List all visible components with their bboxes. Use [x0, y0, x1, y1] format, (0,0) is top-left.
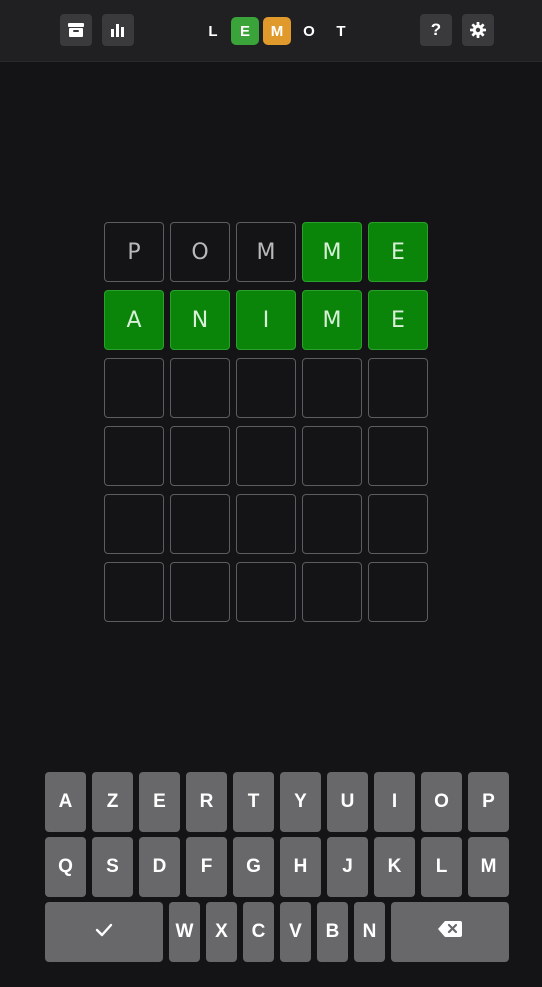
letter-tile: A: [104, 290, 164, 350]
keyboard-row-3: WXCVBN: [45, 902, 509, 962]
letter-tile: [104, 494, 164, 554]
backspace-icon: [438, 921, 462, 943]
board-row: [104, 426, 434, 486]
key[interactable]: I: [374, 772, 415, 832]
letter-tile: [170, 358, 230, 418]
logo-letter: T: [336, 22, 346, 40]
key[interactable]: G: [233, 837, 274, 897]
help-button[interactable]: ?: [420, 14, 452, 46]
check-icon: [95, 921, 113, 943]
letter-tile: M: [302, 290, 362, 350]
key[interactable]: W: [169, 902, 200, 962]
board-row: [104, 562, 434, 622]
key[interactable]: Z: [92, 772, 133, 832]
key[interactable]: Q: [45, 837, 86, 897]
letter-tile: [104, 358, 164, 418]
letter-tile: [236, 562, 296, 622]
bar-chart-icon: [111, 23, 125, 37]
letter-tile: [104, 426, 164, 486]
letter-tile: P: [104, 222, 164, 282]
key[interactable]: P: [468, 772, 509, 832]
letter-tile: [170, 426, 230, 486]
letter-tile: E: [368, 222, 428, 282]
keyboard-row-2: QSDFGHJKLM: [45, 837, 509, 897]
key[interactable]: D: [139, 837, 180, 897]
key[interactable]: U: [327, 772, 368, 832]
letter-tile: [170, 562, 230, 622]
key[interactable]: Y: [280, 772, 321, 832]
letter-tile: M: [302, 222, 362, 282]
letter-tile: [368, 494, 428, 554]
letter-tile: N: [170, 290, 230, 350]
archive-button[interactable]: [60, 14, 92, 46]
help-label: ?: [430, 20, 442, 39]
board-row: ANIME: [104, 290, 434, 350]
app-logo: LEMO T: [199, 16, 359, 46]
key[interactable]: F: [186, 837, 227, 897]
enter-key[interactable]: [45, 902, 163, 962]
settings-button[interactable]: [462, 14, 494, 46]
key[interactable]: K: [374, 837, 415, 897]
letter-tile: [236, 358, 296, 418]
letter-tile: [368, 426, 428, 486]
key[interactable]: X: [206, 902, 237, 962]
key[interactable]: B: [317, 902, 348, 962]
key[interactable]: N: [354, 902, 385, 962]
board-row: [104, 358, 434, 418]
letter-tile: E: [368, 290, 428, 350]
archive-icon: [68, 23, 84, 37]
game-board: POMMEANIME: [104, 222, 434, 630]
board-row: [104, 494, 434, 554]
letter-tile: [302, 426, 362, 486]
letter-tile: O: [170, 222, 230, 282]
key[interactable]: M: [468, 837, 509, 897]
top-bar: LEMO T ?: [0, 0, 542, 62]
letter-tile: [104, 562, 164, 622]
letter-tile: [302, 358, 362, 418]
board-row: POMME: [104, 222, 434, 282]
logo-letter: L: [208, 22, 218, 40]
letter-tile: [302, 562, 362, 622]
letter-tile: M: [236, 222, 296, 282]
logo-letter: E: [231, 17, 259, 45]
letter-tile: [368, 358, 428, 418]
key[interactable]: H: [280, 837, 321, 897]
key[interactable]: O: [421, 772, 462, 832]
letter-tile: [236, 494, 296, 554]
key[interactable]: L: [421, 837, 462, 897]
virtual-keyboard: AZERTYUIOP QSDFGHJKLM WXCVBN: [45, 772, 509, 967]
letter-tile: [236, 426, 296, 486]
key[interactable]: E: [139, 772, 180, 832]
logo-letter: M: [263, 17, 291, 45]
gear-icon: [470, 22, 486, 38]
statistics-button[interactable]: [102, 14, 134, 46]
letter-tile: [302, 494, 362, 554]
logo-letter: O: [303, 22, 315, 40]
key[interactable]: T: [233, 772, 274, 832]
key[interactable]: C: [243, 902, 274, 962]
letter-tile: [368, 562, 428, 622]
key[interactable]: A: [45, 772, 86, 832]
key[interactable]: J: [327, 837, 368, 897]
key[interactable]: V: [280, 902, 311, 962]
letter-tile: I: [236, 290, 296, 350]
backspace-key[interactable]: [391, 902, 509, 962]
key[interactable]: S: [92, 837, 133, 897]
key[interactable]: R: [186, 772, 227, 832]
keyboard-row-1: AZERTYUIOP: [45, 772, 509, 832]
letter-tile: [170, 494, 230, 554]
